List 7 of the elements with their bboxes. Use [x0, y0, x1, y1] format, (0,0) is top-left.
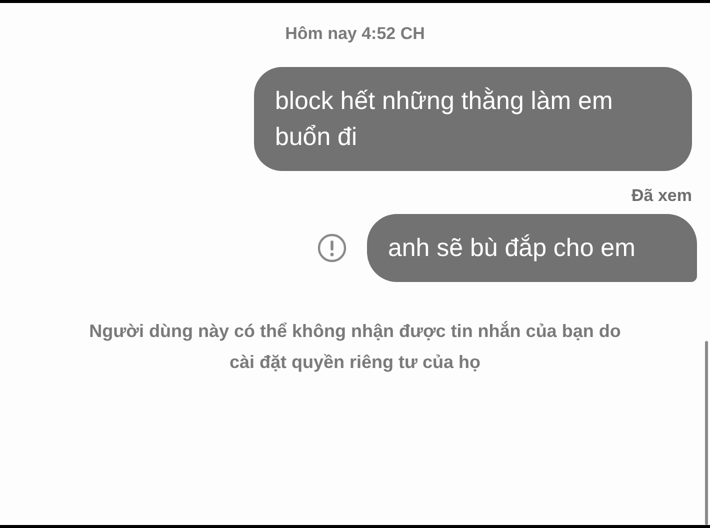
message-bubble: block hết những thằng làm em buổn đi: [254, 66, 692, 170]
exclamation-circle-icon[interactable]: [317, 233, 347, 263]
scroll-bar[interactable]: [705, 341, 708, 525]
message-bubble: anh sẽ bù đắp cho em: [367, 214, 697, 282]
timestamp: Hôm nay 4:52 CH: [285, 23, 425, 45]
seen-status: Đã xem: [632, 184, 692, 206]
privacy-notice: Người dùng này có thể không nhận được tin nhắn của bạn do cài đặt quyền riêng tư của họ: [88, 320, 622, 374]
